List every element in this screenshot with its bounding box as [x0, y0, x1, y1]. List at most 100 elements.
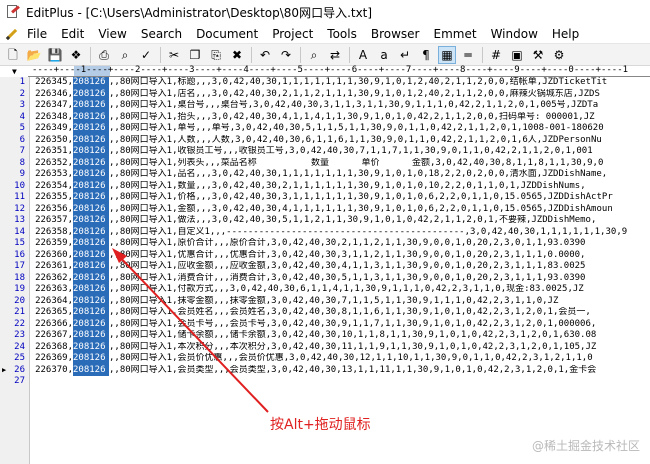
text-line[interactable]: 226368,208126 ,,80网口导入1,本次积分,,,本次积分,3,0,4…: [31, 341, 650, 353]
text-line[interactable]: 226359,208126 ,,80网口导入1,原价合计,,,原价合计,3,0,4…: [31, 238, 650, 250]
column-selection[interactable]: 208126: [73, 226, 109, 238]
line-number: 26: [0, 365, 29, 377]
column-selection[interactable]: 208126: [73, 88, 109, 100]
document-menu-icon[interactable]: [4, 27, 18, 41]
copy-icon[interactable]: ❐: [186, 46, 204, 64]
text-line[interactable]: 226362,208126 ,,80网口导入1,消费合计,,,消费合计,3,0,4…: [31, 272, 650, 284]
column-selection[interactable]: 208126: [73, 157, 109, 169]
column-selection[interactable]: 208126: [73, 353, 109, 365]
column-selection[interactable]: 208126: [73, 307, 109, 319]
line-number: 9: [19, 169, 25, 179]
print-preview-icon[interactable]: ⌕: [116, 46, 134, 64]
text-line[interactable]: 226365,208126 ,,80网口导入1,会员姓名,,,会员姓名,3,0,4…: [31, 307, 650, 319]
text-line[interactable]: 226353,208126 ,,80网口导入1,品名,,,3,0,42,40,30…: [31, 169, 650, 181]
menu-search[interactable]: Search: [134, 24, 189, 44]
text-line[interactable]: 226349,208126 ,,80网口导入1,单号,,,单号,3,0,42,40…: [31, 123, 650, 135]
undo-icon[interactable]: ↶: [256, 46, 274, 64]
column-selection[interactable]: 208126: [73, 77, 109, 89]
text-line[interactable]: 226351,208126 ,,80网口导入1,收银员工号,,,收银员工号,3,0…: [31, 146, 650, 158]
column-selection[interactable]: 208126: [73, 100, 109, 112]
show-whitespace-icon[interactable]: ¶: [417, 46, 435, 64]
text-line[interactable]: 226345,208126 ,,80网口导入1,标题,,,3,0,42,40,30…: [31, 77, 650, 89]
column-selection[interactable]: 208126: [73, 295, 109, 307]
column-selection[interactable]: 208126: [73, 284, 109, 296]
text-line[interactable]: 226354,208126 ,,80网口导入1,数量,,,3,0,42,40,30…: [31, 180, 650, 192]
text-line[interactable]: 226363,208126 ,,80网口导入1,付款方式,,,3,0,42,40,…: [31, 284, 650, 296]
column-select-icon[interactable]: ▦: [438, 45, 456, 64]
view-in-browser-icon[interactable]: ▣: [508, 46, 526, 64]
menu-edit[interactable]: Edit: [54, 24, 91, 44]
menu-tools[interactable]: Tools: [320, 24, 364, 44]
menu-browser[interactable]: Browser: [364, 24, 427, 44]
text-line[interactable]: 226348,208126 ,,80网口导入1,抬头,,,3,0,42,40,30…: [31, 111, 650, 123]
record-id: 226346,: [35, 88, 73, 99]
column-selection[interactable]: 208126: [73, 272, 109, 284]
column-selection[interactable]: 208126: [73, 203, 109, 215]
save-icon[interactable]: 💾: [46, 46, 64, 64]
text-line[interactable]: 226369,208126 ,,80网口导入1,会员价优惠,,,会员价优惠,3,0…: [31, 353, 650, 365]
text-line[interactable]: 226367,208126 ,,80网口导入1,储卡余额,,,储卡余额,3,0,4…: [31, 330, 650, 342]
font-size-up-icon[interactable]: A: [354, 46, 372, 64]
record-id: 226350,: [35, 134, 73, 145]
line-content: ,,80网口导入1,抹零金额,,,抹零金额,3,0,42,40,30,7,1,1…: [109, 295, 559, 306]
text-line[interactable]: 226356,208126 ,,80网口导入1,金额,,,3,0,42,40,30…: [31, 203, 650, 215]
new-icon[interactable]: 🗋: [4, 46, 22, 64]
menu-view[interactable]: View: [91, 24, 133, 44]
spellcheck-icon[interactable]: ✓: [137, 46, 155, 64]
open-icon[interactable]: 📂: [25, 46, 43, 64]
column-selection[interactable]: 208126: [73, 111, 109, 123]
print-icon[interactable]: ⎙: [95, 46, 113, 64]
menu-window[interactable]: Window: [484, 24, 545, 44]
ruler-icon[interactable]: ═: [459, 46, 477, 64]
line-number: 5: [19, 123, 25, 133]
column-selection[interactable]: 208126: [73, 134, 109, 146]
column-selection[interactable]: 208126: [73, 192, 109, 204]
column-selection[interactable]: 208126: [73, 146, 109, 158]
column-selection[interactable]: 208126: [73, 330, 109, 342]
menu-document[interactable]: Document: [189, 24, 265, 44]
column-selection[interactable]: 208126: [73, 169, 109, 181]
text-line[interactable]: 226361,208126 ,,80网口导入1,应收金额,,,应收金额,3,0,4…: [31, 261, 650, 273]
find-icon[interactable]: ⌕: [305, 46, 323, 64]
menu-project[interactable]: Project: [265, 24, 320, 44]
text-line[interactable]: 226350,208126 ,,80网口导入1,人数,,,人数,3,0,42,40…: [31, 134, 650, 146]
editor-pane[interactable]: 1 2 3 4 5 6 7 8 9 10 11 12 13 14 15 16 17 18 19 20 21 22 23 24 2…: [0, 77, 650, 464]
text-line[interactable]: 226370,208126 ,,80网口导入1,会员类型,,,会员类型,3,0,4…: [31, 364, 650, 376]
column-selection[interactable]: 208126: [73, 238, 109, 250]
text-line[interactable]: 226347,208126 ,,80网口导入1,桌台号,,,桌台号,3,0,42,…: [31, 100, 650, 112]
column-selection[interactable]: 208126: [73, 341, 109, 353]
column-selection[interactable]: 208126: [73, 123, 109, 135]
text-line[interactable]: 226364,208126 ,,80网口导入1,抹零金额,,,抹零金额,3,0,4…: [31, 295, 650, 307]
word-wrap-icon[interactable]: ↵: [396, 46, 414, 64]
redo-icon[interactable]: ↷: [277, 46, 295, 64]
toolbar-separator: [300, 46, 301, 63]
record-id: 226351,: [35, 146, 73, 156]
font-size-down-icon[interactable]: a: [375, 46, 393, 64]
text-line[interactable]: 226346,208126 ,,80网口导入1,店名,,,3,0,42,40,30…: [31, 88, 650, 100]
text-line[interactable]: 226355,208126 ,,80网口导入1,价格,,,3,0,42,40,30…: [31, 192, 650, 204]
column-selection[interactable]: 208126: [73, 180, 109, 192]
text-area[interactable]: 226345,208126 ,,80网口导入1,标题,,,3,0,42,40,30…: [31, 77, 650, 464]
menu-file[interactable]: File: [20, 24, 54, 44]
save-all-icon[interactable]: ❖: [67, 46, 85, 64]
column-selection[interactable]: 208126: [73, 364, 109, 376]
text-line[interactable]: 226366,208126 ,,80网口导入1,会员卡号,,,会员卡号,3,0,4…: [31, 318, 650, 330]
text-line[interactable]: 226360,208126 ,,80网口导入1,优惠合计,,,优惠合计,3,0,4…: [31, 249, 650, 261]
preferences-icon[interactable]: ⚒: [529, 46, 547, 64]
column-selection[interactable]: 208126: [73, 318, 109, 330]
text-line[interactable]: 226357,208126 ,,80网口导入1,做法,,,3,0,42,40,30…: [31, 215, 650, 227]
column-selection[interactable]: 208126: [73, 261, 109, 273]
replace-icon[interactable]: ⇄: [326, 46, 344, 64]
text-line[interactable]: 226352,208126 ,,80网口导入1,列表头,,,菜品名称 数量 单价 …: [31, 157, 650, 169]
delete-icon[interactable]: ✖: [228, 46, 246, 64]
column-selection[interactable]: 208126: [73, 249, 109, 261]
column-selection[interactable]: 208126: [73, 215, 109, 227]
cut-icon[interactable]: ✂: [165, 46, 183, 64]
text-line[interactable]: 226358,208126 ,,80网口导入1,自定义1,,,----------…: [31, 226, 650, 238]
paste-icon[interactable]: ⎘: [207, 46, 225, 64]
menu-help[interactable]: Help: [545, 24, 586, 44]
tools-icon[interactable]: ⚙: [550, 46, 568, 64]
menu-emmet[interactable]: Emmet: [427, 24, 484, 44]
line-number-icon[interactable]: #: [487, 46, 505, 64]
text-line[interactable]: [31, 376, 650, 388]
